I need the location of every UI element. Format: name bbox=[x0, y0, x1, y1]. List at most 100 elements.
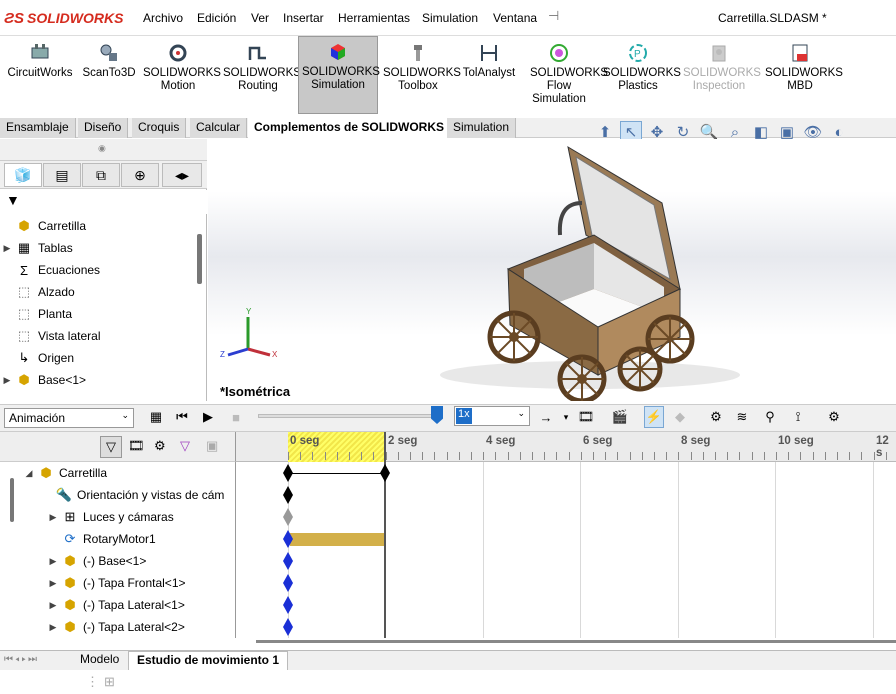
expand-arrow-icon[interactable]: ▶ bbox=[46, 556, 60, 567]
study-type-select[interactable]: Animación ⌄ bbox=[4, 408, 134, 428]
add-key-icon[interactable]: ◆ bbox=[670, 406, 690, 428]
stop-icon[interactable]: ■ bbox=[226, 406, 246, 428]
flow-simulation-button[interactable]: SOLIDWORKS Flow Simulation bbox=[520, 38, 608, 114]
filter-results-icon[interactable]: ▣ bbox=[206, 438, 218, 454]
expand-arrow-icon[interactable]: ▶ bbox=[46, 578, 60, 589]
panel-resize-handle[interactable]: ◉ bbox=[0, 139, 207, 161]
expand-arrow-icon[interactable]: ▶ bbox=[46, 512, 60, 523]
menu-simulation[interactable]: Simulation bbox=[422, 11, 478, 25]
playback-mode-icon[interactable]: → bbox=[536, 406, 556, 428]
routing-button[interactable]: SOLIDWORKS Routing bbox=[220, 38, 301, 114]
expand-arrow-icon[interactable]: ▶ bbox=[46, 600, 60, 611]
tab-calcular[interactable]: Calcular bbox=[190, 118, 248, 138]
play-from-start-icon[interactable]: ⏮ bbox=[172, 406, 192, 428]
spring-icon[interactable]: ≋ bbox=[732, 406, 752, 428]
timeline-scrollbar[interactable] bbox=[256, 640, 896, 643]
tree-item-vista-lateral[interactable]: ⬚ Vista lateral bbox=[0, 325, 198, 347]
dimxpert-tab-icon[interactable]: ⊕ bbox=[121, 163, 159, 187]
simulation-button[interactable]: SOLIDWORKS Simulation bbox=[298, 36, 380, 114]
tree-item-base[interactable]: ▶ ⬢ Base<1> bbox=[0, 369, 198, 391]
animation-wizard-icon[interactable]: 🎬 bbox=[610, 406, 630, 428]
expand-arrow-icon[interactable]: ▶ bbox=[0, 375, 14, 386]
mbd-button[interactable]: SOLIDWORKS MBD bbox=[762, 38, 843, 114]
save-animation-icon[interactable]: 🎞 bbox=[576, 406, 596, 428]
tab-diseno[interactable]: Diseño bbox=[78, 118, 129, 138]
tab-scroll-arrows-icon[interactable]: ⏮◂▸⏭ bbox=[4, 654, 39, 665]
plastics-button[interactable]: P SOLIDWORKS Plastics bbox=[600, 38, 681, 114]
rotary-motor-change-bar[interactable] bbox=[290, 533, 384, 546]
motion-item-tapa-frontal[interactable]: ▶ ⬢ (-) Tapa Frontal<1> bbox=[46, 572, 282, 594]
menu-archivo[interactable]: Archivo bbox=[143, 11, 183, 25]
configurationmanager-tab-icon[interactable]: ⧉ bbox=[82, 163, 120, 187]
tab-complementos[interactable]: Complementos de SOLIDWORKS bbox=[248, 118, 452, 138]
inspection-label: SOLIDWORKS Inspection bbox=[683, 67, 761, 92]
tolanalyst-button[interactable]: TolAnalyst bbox=[460, 38, 518, 114]
time-bar[interactable] bbox=[384, 432, 386, 638]
featuremanager-tab-icon[interactable]: 🧊 bbox=[4, 163, 42, 187]
contact-icon[interactable]: ⚲ bbox=[760, 406, 780, 428]
motion-item-orientacion[interactable]: 🔦 Orientación y vistas de cám bbox=[54, 484, 236, 506]
chevron-down-icon[interactable]: ▾ bbox=[556, 406, 576, 428]
menu-ver[interactable]: Ver bbox=[251, 11, 269, 25]
panel-scroll-arrows-icon[interactable]: ◂▸ bbox=[162, 163, 202, 187]
motion-item-label: RotaryMotor1 bbox=[83, 532, 156, 546]
tree-item-tablas[interactable]: ▶ ▦ Tablas bbox=[0, 237, 198, 259]
cart-model[interactable]: Y X Z bbox=[208, 139, 896, 401]
tab-croquis[interactable]: Croquis bbox=[132, 118, 187, 138]
motor-icon[interactable]: ⚙ bbox=[706, 406, 726, 428]
filter-driving-icon[interactable]: ⚙ bbox=[154, 438, 166, 454]
tab-estudio-movimiento[interactable]: Estudio de movimiento 1 bbox=[128, 651, 289, 670]
motion-item-tapa-lateral-2[interactable]: ▶ ⬢ (-) Tapa Lateral<2> bbox=[46, 616, 282, 638]
tab-simulation[interactable]: Simulation bbox=[447, 118, 517, 138]
collapse-arrow-icon[interactable]: ◢ bbox=[22, 468, 36, 479]
inspection-button[interactable]: SOLIDWORKS Inspection bbox=[680, 38, 761, 114]
tree-scrollbar[interactable] bbox=[197, 234, 202, 284]
graphics-area[interactable]: Y X Z bbox=[208, 139, 896, 401]
calculate-icon[interactable]: ▦ bbox=[146, 406, 166, 428]
ruler-tick bbox=[520, 452, 521, 460]
equations-icon: Σ bbox=[19, 262, 29, 278]
playback-slider[interactable] bbox=[258, 414, 442, 418]
motor-icon: ⟳ bbox=[64, 531, 76, 546]
scanto3d-button[interactable]: ScanTo3D bbox=[80, 38, 138, 114]
pin-menu-icon[interactable]: ⊣ bbox=[548, 8, 566, 26]
motion-item-label: (-) Tapa Lateral<2> bbox=[83, 620, 185, 634]
propertymanager-tab-icon[interactable]: ▤ bbox=[43, 163, 81, 187]
motion-button[interactable]: SOLIDWORKS Motion bbox=[140, 38, 221, 114]
menu-insertar[interactable]: Insertar bbox=[283, 11, 324, 25]
menu-herramientas[interactable]: Herramientas bbox=[338, 11, 410, 25]
tree-item-origen[interactable]: ↳ Origen bbox=[0, 347, 198, 369]
autokey-icon[interactable]: ⚡ bbox=[644, 406, 664, 428]
expand-arrow-icon[interactable]: ▶ bbox=[0, 243, 14, 254]
motion-tree-scrollbar[interactable] bbox=[10, 478, 14, 522]
tree-item-ecuaciones[interactable]: Σ Ecuaciones bbox=[0, 259, 198, 281]
motion-item-base[interactable]: ▶ ⬢ (-) Base<1> bbox=[46, 550, 282, 572]
tree-item-alzado[interactable]: ⬚ Alzado bbox=[0, 281, 198, 303]
motion-item-rotarymotor[interactable]: ⟳ RotaryMotor1 bbox=[60, 528, 296, 550]
tab-ensamblaje[interactable]: Ensamblaje bbox=[0, 118, 76, 138]
gravity-icon[interactable]: ⟟ bbox=[788, 406, 808, 428]
motion-item-tapa-lateral-1[interactable]: ▶ ⬢ (-) Tapa Lateral<1> bbox=[46, 594, 282, 616]
toolbox-button[interactable]: SOLIDWORKS Toolbox bbox=[380, 38, 461, 114]
expand-arrow-icon[interactable]: ▶ bbox=[46, 622, 60, 633]
tree-item-carretilla[interactable]: ⬢ Carretilla bbox=[0, 215, 198, 237]
menu-ventana[interactable]: Ventana bbox=[493, 11, 537, 25]
motion-item-carretilla[interactable]: ◢ ⬢ Carretilla bbox=[22, 462, 258, 484]
menu-edicion[interactable]: Edición bbox=[197, 11, 236, 25]
filter-animated-icon[interactable]: 🎞 bbox=[128, 438, 145, 454]
study-properties-icon[interactable]: ⚙ bbox=[824, 406, 844, 428]
motion-item-luces[interactable]: ▶ ⊞ Luces y cámaras bbox=[46, 506, 282, 528]
ruler-tick bbox=[434, 452, 435, 460]
circuitworks-button[interactable]: CircuitWorks bbox=[4, 38, 76, 114]
filter-icon[interactable]: ▼ bbox=[6, 192, 20, 208]
tree-divider[interactable] bbox=[235, 462, 236, 638]
filter-selected-icon[interactable]: ▽ bbox=[180, 438, 190, 454]
tables-icon: ▦ bbox=[17, 240, 31, 255]
tree-item-planta[interactable]: ⬚ Planta bbox=[0, 303, 198, 325]
solidworks-logo[interactable]: ƧS SOLIDWORKS bbox=[4, 8, 123, 28]
origin-icon: ↳ bbox=[18, 350, 30, 365]
filter-icon[interactable]: ▽ bbox=[100, 436, 122, 458]
play-icon[interactable]: ▶ bbox=[198, 406, 218, 428]
ruler-tick bbox=[349, 452, 350, 460]
tab-modelo[interactable]: Modelo bbox=[72, 651, 127, 670]
